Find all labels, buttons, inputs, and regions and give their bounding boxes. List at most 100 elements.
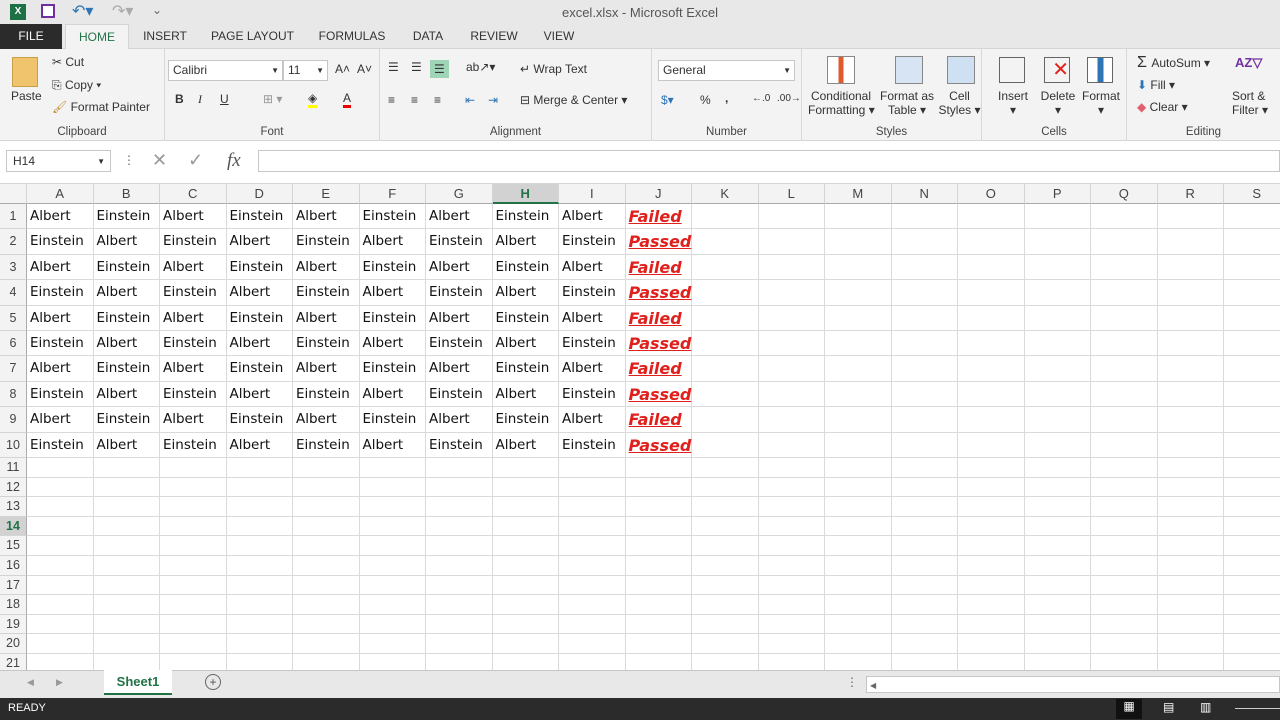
splitter-icon[interactable]: ⋮ — [846, 675, 858, 689]
row-header-10[interactable]: 10 — [0, 432, 27, 458]
row-header-13[interactable]: 13 — [0, 497, 27, 517]
shrink-font-icon[interactable]: A˅ — [357, 62, 372, 76]
cell-g2[interactable]: Einstein — [426, 229, 493, 255]
conditional-formatting-button[interactable]: Conditional Formatting ▾ — [808, 89, 875, 117]
cell-m16[interactable] — [825, 556, 892, 576]
cell-l10[interactable] — [758, 432, 825, 458]
wrap-text-button[interactable]: ↵ Wrap Text — [520, 62, 587, 76]
cell-s17[interactable] — [1224, 576, 1280, 596]
cell-o9[interactable] — [958, 407, 1025, 433]
column-header-r[interactable]: R — [1157, 184, 1224, 204]
cell-n21[interactable] — [892, 654, 958, 670]
format-button[interactable]: Format ▾ — [1081, 89, 1121, 117]
cell-i10[interactable]: Einstein — [559, 432, 626, 458]
cell-o16[interactable] — [958, 556, 1025, 576]
cell-r17[interactable] — [1157, 575, 1224, 596]
cell-c20[interactable] — [160, 634, 227, 654]
cell-d9[interactable]: Einstein — [226, 407, 293, 433]
cell-c7[interactable]: Albert — [160, 356, 227, 382]
scroll-sheets-right-icon[interactable]: ▶ — [56, 677, 63, 688]
cell-f20[interactable] — [359, 634, 426, 654]
cell-c1[interactable]: Albert — [160, 204, 227, 230]
cell-d10[interactable]: Albert — [226, 432, 293, 458]
cut-button[interactable]: ✂ Cut — [52, 55, 84, 69]
cell-q1[interactable] — [1091, 204, 1158, 230]
cell-e1[interactable]: Albert — [293, 204, 360, 230]
tab-insert[interactable]: INSERT — [135, 24, 195, 49]
cell-e17[interactable] — [293, 575, 360, 596]
cell-d21[interactable] — [227, 654, 293, 670]
cell-b11[interactable] — [93, 458, 160, 478]
column-header-n[interactable]: N — [891, 184, 958, 204]
cell-l3[interactable] — [758, 254, 825, 281]
cell-r8[interactable] — [1157, 381, 1224, 408]
cell-c16[interactable] — [160, 556, 227, 576]
row-header-4[interactable]: 4 — [0, 280, 27, 306]
cell-b9[interactable]: Einstein — [93, 407, 160, 433]
cell-a10[interactable]: Einstein — [27, 432, 94, 458]
cell-l6[interactable] — [758, 331, 825, 357]
cell-n7[interactable] — [891, 356, 958, 382]
cell-k16[interactable] — [692, 556, 759, 576]
cell-d19[interactable] — [226, 614, 293, 635]
cell-o12[interactable] — [958, 477, 1025, 498]
cell-e14[interactable] — [293, 516, 360, 537]
row-header-15[interactable]: 15 — [0, 536, 27, 556]
cell-j9[interactable]: Failed — [625, 407, 692, 433]
select-all-corner[interactable] — [0, 184, 27, 204]
cell-e9[interactable]: Albert — [293, 407, 360, 433]
italic-button[interactable]: I — [198, 92, 202, 107]
cell-i13[interactable] — [559, 497, 626, 517]
cell-h21[interactable] — [493, 654, 559, 670]
row-header-20[interactable]: 20 — [0, 634, 27, 654]
cell-l15[interactable] — [758, 536, 825, 556]
row-header-18[interactable]: 18 — [0, 595, 27, 615]
cell-a17[interactable] — [27, 575, 94, 596]
cell-o18[interactable] — [958, 595, 1025, 615]
cell-j8[interactable]: Passed — [625, 381, 692, 408]
cell-q10[interactable] — [1091, 432, 1158, 458]
cell-e10[interactable]: Einstein — [293, 432, 360, 458]
font-name-select[interactable]: Calibri ▼ — [168, 60, 283, 81]
cell-f6[interactable]: Albert — [359, 331, 426, 357]
cell-j1[interactable]: Failed — [625, 204, 692, 230]
cell-d7[interactable]: Einstein — [226, 356, 293, 382]
row-header-3[interactable]: 3 — [0, 254, 27, 281]
bold-button[interactable]: B — [175, 92, 184, 106]
format-as-table-button[interactable]: Format as Table ▾ — [877, 89, 937, 117]
cell-e19[interactable] — [293, 614, 360, 635]
cell-d13[interactable] — [226, 497, 293, 517]
cell-q9[interactable] — [1091, 407, 1158, 433]
cell-b2[interactable]: Albert — [93, 229, 160, 255]
cell-p3[interactable] — [1024, 254, 1091, 281]
tab-formulas[interactable]: FORMULAS — [310, 24, 394, 49]
grow-font-icon[interactable]: A˄ — [335, 62, 350, 76]
cell-s14[interactable] — [1224, 517, 1280, 537]
cell-p6[interactable] — [1024, 331, 1091, 357]
cell-k11[interactable] — [692, 458, 759, 478]
row-header-5[interactable]: 5 — [0, 305, 27, 331]
cell-g7[interactable]: Albert — [426, 356, 493, 382]
cell-k15[interactable] — [692, 536, 759, 556]
cell-n16[interactable] — [891, 556, 958, 576]
cell-l16[interactable] — [758, 556, 825, 576]
cell-p15[interactable] — [1024, 536, 1091, 556]
cell-q7[interactable] — [1091, 356, 1158, 382]
cell-f12[interactable] — [359, 477, 426, 498]
cell-q16[interactable] — [1091, 556, 1158, 576]
cell-p12[interactable] — [1024, 477, 1091, 498]
cell-e6[interactable]: Einstein — [293, 331, 360, 357]
cell-l11[interactable] — [758, 458, 825, 478]
cell-h11[interactable] — [492, 458, 559, 478]
cell-a20[interactable] — [27, 634, 94, 654]
enter-icon[interactable]: ✓ — [188, 150, 203, 171]
cell-s5[interactable] — [1224, 306, 1280, 331]
cell-c17[interactable] — [160, 575, 227, 596]
increase-indent-icon[interactable]: ⇥ — [488, 93, 498, 107]
cell-p9[interactable] — [1024, 407, 1091, 433]
cell-s10[interactable] — [1224, 433, 1280, 458]
cell-d6[interactable]: Albert — [226, 331, 293, 357]
normal-view-icon[interactable]: ▦ — [1116, 699, 1142, 719]
cell-j18[interactable] — [625, 595, 692, 615]
cell-g11[interactable] — [426, 458, 493, 478]
